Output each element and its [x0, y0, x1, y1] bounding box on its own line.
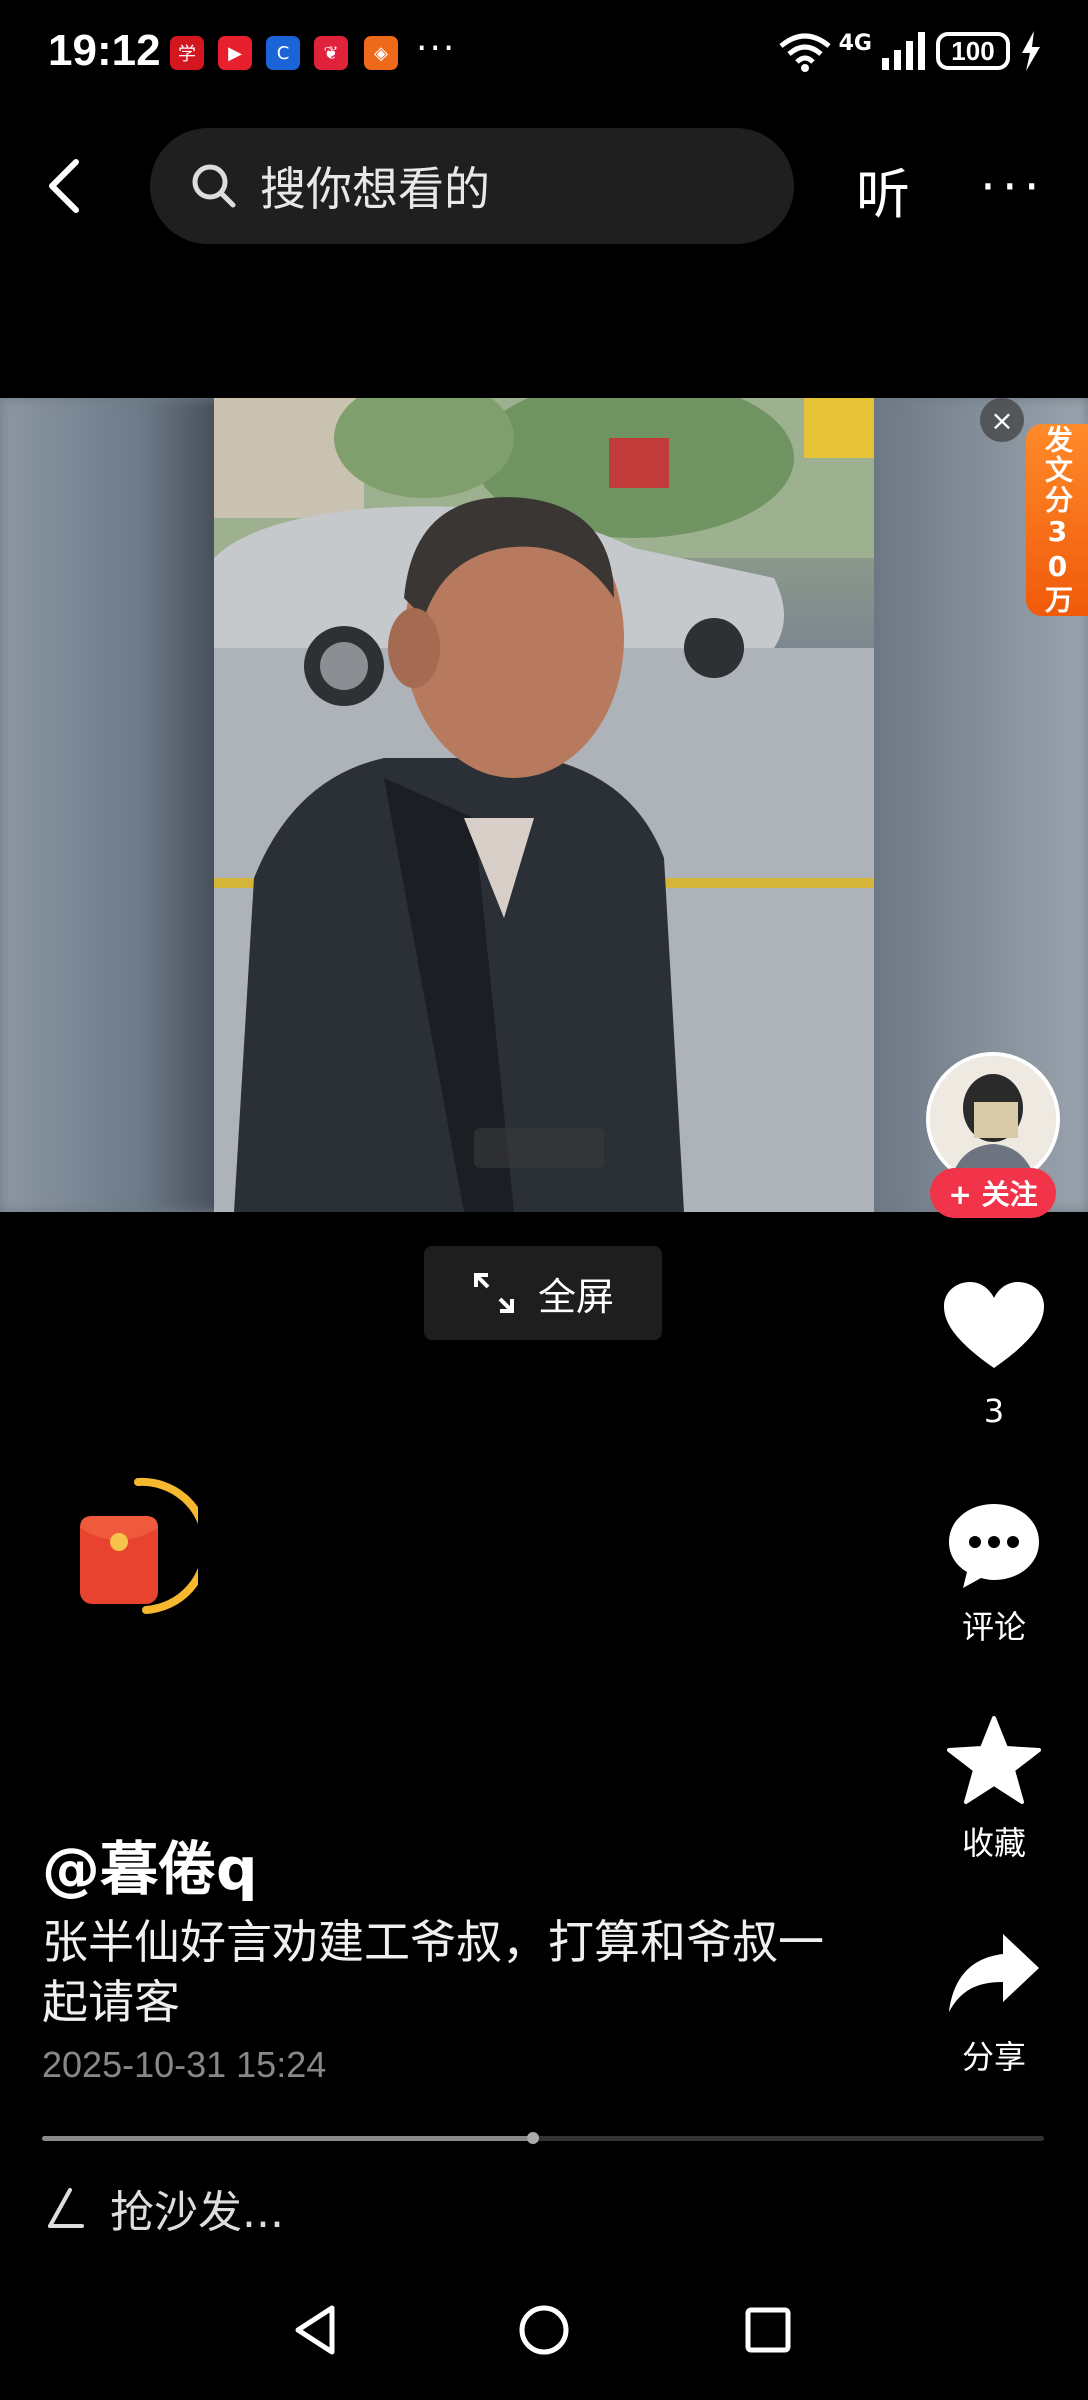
expand-icon	[473, 1273, 514, 1313]
author-avatar[interactable]	[926, 1052, 1060, 1186]
progress-knob[interactable]	[526, 2132, 539, 2144]
avatar-image	[930, 1056, 1056, 1182]
pen-icon	[48, 2188, 84, 2228]
app-icon-1: 学	[170, 36, 204, 70]
share-arrow-icon	[949, 1934, 1039, 2012]
author-name[interactable]: @暮倦q	[42, 1822, 258, 1906]
video-progress-bar[interactable]	[42, 2132, 1044, 2144]
chevron-left-icon	[49, 159, 79, 213]
favorite-button[interactable]: 收藏	[934, 1716, 1054, 1864]
search-icon	[192, 164, 236, 208]
favorite-label: 收藏	[961, 1824, 1026, 1862]
app-icon-3: C	[266, 36, 300, 70]
comment-icon	[949, 1504, 1039, 1588]
comment-label: 评论	[961, 1608, 1026, 1646]
video-player[interactable]	[0, 398, 1088, 1212]
more-menu-icon[interactable]: ···	[980, 158, 1046, 216]
search-input[interactable]: 搜你想看的	[150, 128, 794, 244]
wifi-icon	[779, 33, 831, 72]
video-scene-image	[214, 398, 874, 1212]
app-icon-5: ◈	[364, 36, 398, 70]
video-frame	[214, 398, 874, 1212]
comment-button[interactable]: 评论	[934, 1500, 1054, 1648]
circle-home-icon	[519, 2305, 569, 2355]
red-envelope-icon	[80, 1477, 211, 1614]
share-label: 分享	[961, 2038, 1026, 2076]
follow-button[interactable]: + 关注	[930, 1168, 1056, 1218]
search-placeholder: 搜你想看的	[260, 162, 490, 216]
share-button[interactable]: 分享	[934, 1930, 1054, 2078]
progress-fill	[42, 2136, 533, 2141]
comment-input[interactable]: 抢沙发...	[46, 2176, 284, 2240]
fullscreen-label: 全屏	[537, 1274, 614, 1319]
post-date: 2025-10-31 15:24	[42, 2044, 327, 2085]
star-icon	[947, 1716, 1041, 1804]
back-button[interactable]	[40, 156, 90, 216]
post-caption: 张半仙好言劝建工爷叔，打算和爷叔一起请客	[42, 1915, 824, 2029]
nav-home-button[interactable]	[514, 2300, 574, 2360]
signal-icon	[882, 32, 925, 70]
fullscreen-button[interactable]: 全屏	[424, 1246, 662, 1340]
battery-icon: 100	[936, 32, 1010, 70]
promo-banner[interactable]: 发文分30万	[1026, 424, 1088, 616]
promo-close-icon[interactable]: ×	[980, 398, 1024, 442]
network-type: 4G	[838, 30, 872, 56]
app-icon-2: ▶	[218, 36, 252, 70]
listen-button[interactable]: 听	[856, 150, 910, 229]
like-button[interactable]: 3	[934, 1282, 1054, 1430]
heart-icon	[944, 1282, 1044, 1368]
like-count: 3	[983, 1392, 1005, 1430]
status-overflow-icon: ···	[416, 28, 457, 69]
charging-icon	[1022, 31, 1040, 71]
status-time: 19:12	[48, 26, 161, 75]
red-packet-widget[interactable]	[76, 1476, 211, 1618]
triangle-back-icon	[295, 2305, 335, 2355]
square-recents-icon	[745, 2307, 791, 2353]
nav-recents-button[interactable]	[738, 2300, 798, 2360]
nav-back-button[interactable]	[286, 2300, 346, 2360]
comment-placeholder: 抢沙发...	[110, 2187, 284, 2238]
status-indicators: 4G 100	[777, 30, 1042, 72]
app-icon-4: ❦	[314, 36, 348, 70]
